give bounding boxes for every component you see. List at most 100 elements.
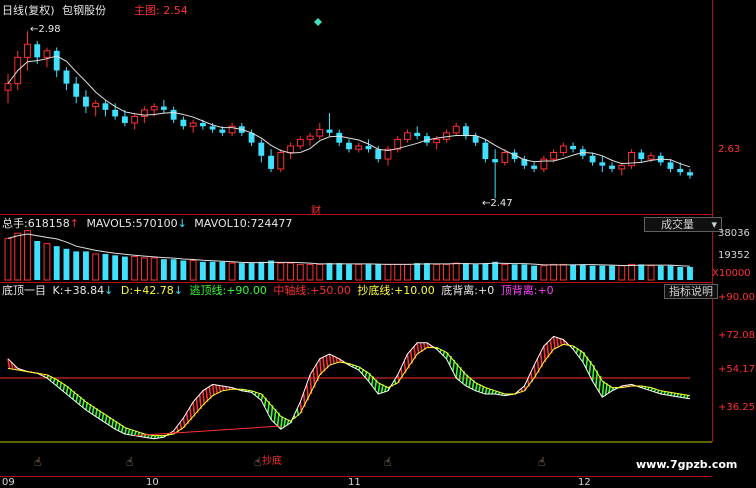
volume-indicator-dropdown[interactable]: 成交量 ▾ <box>644 217 722 232</box>
chevron-down-icon: ▾ <box>711 218 717 231</box>
volume-bar <box>219 261 226 280</box>
volume-ma-line <box>7 233 691 267</box>
kd-hatch <box>474 382 478 391</box>
candle-body <box>43 50 51 58</box>
volume-bar <box>336 263 343 280</box>
date-label: 10 <box>146 477 159 488</box>
high-price-label: ←2.98 <box>30 24 61 35</box>
volume-bar <box>365 264 372 280</box>
finance-event-marker[interactable]: 财 <box>311 202 321 217</box>
kd-hatch <box>205 388 209 403</box>
kd-hatch <box>416 342 420 355</box>
kd-hatch <box>556 337 560 348</box>
volume-bar <box>170 259 177 280</box>
candle-body <box>160 106 167 110</box>
volume-bar <box>180 260 187 280</box>
volume-bar <box>404 263 411 281</box>
kd-hatch <box>380 384 384 394</box>
panel-frame <box>0 0 713 477</box>
volume-bar <box>189 260 197 281</box>
candle-body <box>609 165 615 169</box>
volume-bar <box>472 264 479 280</box>
candle-body <box>112 109 119 117</box>
candle-body <box>53 50 60 71</box>
volume-bar <box>677 267 684 280</box>
candle-body <box>170 109 177 120</box>
candle-body <box>306 135 314 140</box>
volume-bar <box>160 259 167 280</box>
volume-bar <box>228 262 236 281</box>
volume-bar <box>687 267 693 280</box>
volume-bar <box>83 251 89 280</box>
volume-bar <box>150 257 158 281</box>
candle-body <box>404 132 411 140</box>
volume-bar <box>63 248 70 280</box>
candle-body <box>559 145 567 154</box>
volume-bar <box>102 254 109 280</box>
watermark: www.7gpzb.com <box>636 458 738 471</box>
volume-bar <box>92 253 100 281</box>
candle-body <box>316 129 324 137</box>
candle-body <box>414 132 421 137</box>
volume-bar <box>618 265 626 281</box>
kd-hatch <box>552 336 556 350</box>
candle-body <box>618 165 626 170</box>
hand-pointer-icon: ☝ <box>254 455 262 469</box>
kd-hatch <box>328 353 332 366</box>
volume-bar <box>657 265 664 280</box>
indicator-axis-90: +90.00 <box>718 292 756 303</box>
volume-bar <box>462 263 469 280</box>
chart-canvas[interactable] <box>0 0 756 487</box>
volume-bar <box>394 263 402 281</box>
volume-axis-unit: X10000 <box>712 268 751 279</box>
volume-bar <box>609 265 615 280</box>
volume-bar <box>287 262 294 281</box>
volume-bar <box>550 263 558 281</box>
indicator-name[interactable]: 底顶一目 <box>2 284 46 297</box>
kd-hatch <box>331 355 336 365</box>
volume-bar <box>258 261 265 280</box>
volume-bar <box>199 261 206 280</box>
kd-hatch <box>322 357 326 372</box>
hand-pointer-icon: ☝ <box>126 455 134 469</box>
top-divergence-label: 顶背离: <box>500 284 538 297</box>
divergence-line <box>134 425 281 437</box>
candle-body <box>258 142 265 156</box>
top-divergence-value: +0 <box>537 284 554 297</box>
indicator-help-button[interactable]: 指标说明 <box>664 284 718 299</box>
volume-bar <box>667 265 674 280</box>
volume-bar <box>599 265 606 280</box>
kd-hatch <box>124 427 128 435</box>
date-label: 09 <box>2 477 15 488</box>
volume-bar <box>24 230 31 281</box>
volume-bar <box>589 265 596 280</box>
candle-body <box>355 145 363 150</box>
total-volume-value: 618158 <box>27 217 70 230</box>
volume-bar <box>346 264 352 280</box>
candle-body <box>219 129 226 133</box>
date-label: 12 <box>578 477 591 488</box>
volume-axis-top: 38036 <box>718 228 750 239</box>
mavol5-value: 570100 <box>135 217 178 230</box>
candle-body <box>550 152 558 160</box>
volume-bar <box>570 264 577 280</box>
volume-bar <box>296 263 304 281</box>
candle-body <box>462 126 469 137</box>
indicator-axis-54: +54.17 <box>718 364 756 375</box>
candle-body <box>599 162 606 166</box>
candle-body <box>34 44 41 58</box>
candle-body <box>209 126 216 130</box>
candle-body <box>63 70 70 84</box>
divergence-label: 抄底 <box>262 456 282 467</box>
volume-bar <box>140 257 148 281</box>
volume-bar <box>306 263 314 281</box>
k-line <box>7 335 691 440</box>
price-candles <box>4 31 693 199</box>
candle-body <box>433 138 441 144</box>
candle-body <box>628 152 635 167</box>
kd-hatch <box>377 382 381 395</box>
candle-body <box>199 122 206 127</box>
volume-axis-mid: 19352 <box>718 250 750 261</box>
kd-hatch <box>202 390 206 406</box>
k-value: +38.84 <box>63 284 105 297</box>
